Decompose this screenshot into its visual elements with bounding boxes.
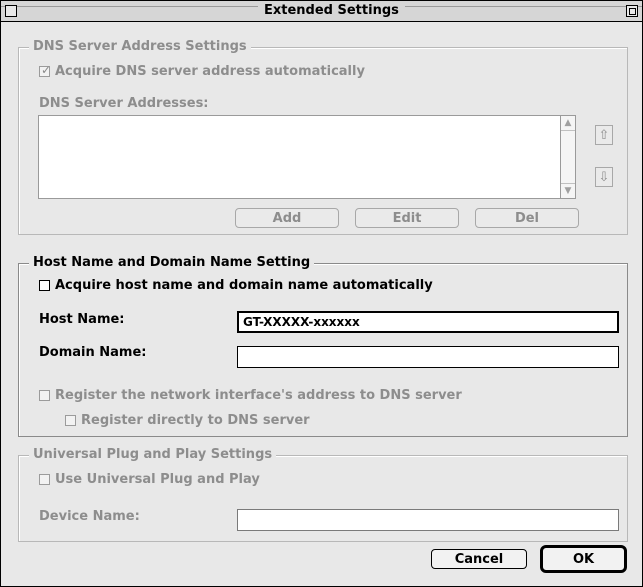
register-dns-checkbox[interactable]: Register the network interface's address…	[39, 388, 462, 403]
domain-name-input[interactable]	[237, 346, 619, 368]
upnp-group-title: Universal Plug and Play Settings	[29, 447, 277, 463]
host-name-label: Host Name:	[39, 312, 125, 327]
del-button[interactable]: Del	[475, 208, 579, 228]
dns-settings-group: DNS Server Address Settings Acquire DNS …	[18, 39, 628, 235]
device-name-label: Device Name:	[39, 509, 140, 524]
acquire-host-label: Acquire host name and domain name automa…	[55, 278, 433, 293]
scroll-down-icon[interactable]: ▼	[561, 183, 575, 198]
checkbox-checked-icon	[39, 63, 51, 77]
domain-name-label: Domain Name:	[39, 345, 147, 360]
arrow-down-icon: ⇩	[598, 169, 610, 185]
checkbox-unchecked-icon	[39, 474, 50, 485]
scroll-up-icon[interactable]: ▲	[561, 116, 575, 131]
title-bar[interactable]: Extended Settings	[1, 1, 642, 22]
window-title: Extended Settings	[258, 3, 405, 19]
host-name-group: Host Name and Domain Name Setting Acquir…	[18, 255, 628, 437]
use-upnp-label: Use Universal Plug and Play	[55, 472, 260, 487]
register-dns-label: Register the network interface's address…	[55, 388, 462, 403]
dns-group-title: DNS Server Address Settings	[29, 39, 251, 55]
host-group-title: Host Name and Domain Name Setting	[29, 255, 315, 271]
checkbox-unchecked-icon	[65, 415, 76, 426]
acquire-dns-label: Acquire DNS server address automatically	[55, 64, 365, 79]
ok-button[interactable]: OK	[540, 545, 627, 573]
checkbox-unchecked-icon	[39, 390, 50, 401]
cancel-button[interactable]: Cancel	[431, 549, 527, 569]
acquire-dns-checkbox[interactable]: Acquire DNS server address automatically	[39, 63, 365, 79]
extended-settings-window: Extended Settings DNS Server Address Set…	[0, 0, 643, 587]
device-name-input[interactable]	[237, 509, 619, 531]
edit-button[interactable]: Edit	[355, 208, 459, 228]
register-direct-label: Register directly to DNS server	[81, 413, 310, 428]
move-down-button[interactable]: ⇩	[595, 167, 613, 187]
upnp-group: Universal Plug and Play Settings Use Uni…	[18, 447, 628, 542]
checkbox-unchecked-icon	[39, 280, 50, 291]
add-button[interactable]: Add	[235, 208, 339, 228]
use-upnp-checkbox[interactable]: Use Universal Plug and Play	[39, 472, 260, 487]
arrow-up-icon: ⇧	[598, 127, 610, 143]
acquire-host-checkbox[interactable]: Acquire host name and domain name automa…	[39, 278, 433, 293]
move-up-button[interactable]: ⇧	[595, 125, 613, 145]
register-direct-checkbox[interactable]: Register directly to DNS server	[65, 413, 310, 428]
dns-addresses-list[interactable]: ▲ ▼	[38, 115, 576, 199]
close-box-icon[interactable]	[5, 5, 17, 17]
dns-list-scrollbar[interactable]: ▲ ▼	[560, 116, 575, 198]
host-name-input[interactable]: GT-XXXXX-xxxxxx	[237, 311, 619, 333]
dns-addresses-label: DNS Server Addresses:	[39, 96, 209, 111]
zoom-box-icon[interactable]	[626, 5, 638, 17]
